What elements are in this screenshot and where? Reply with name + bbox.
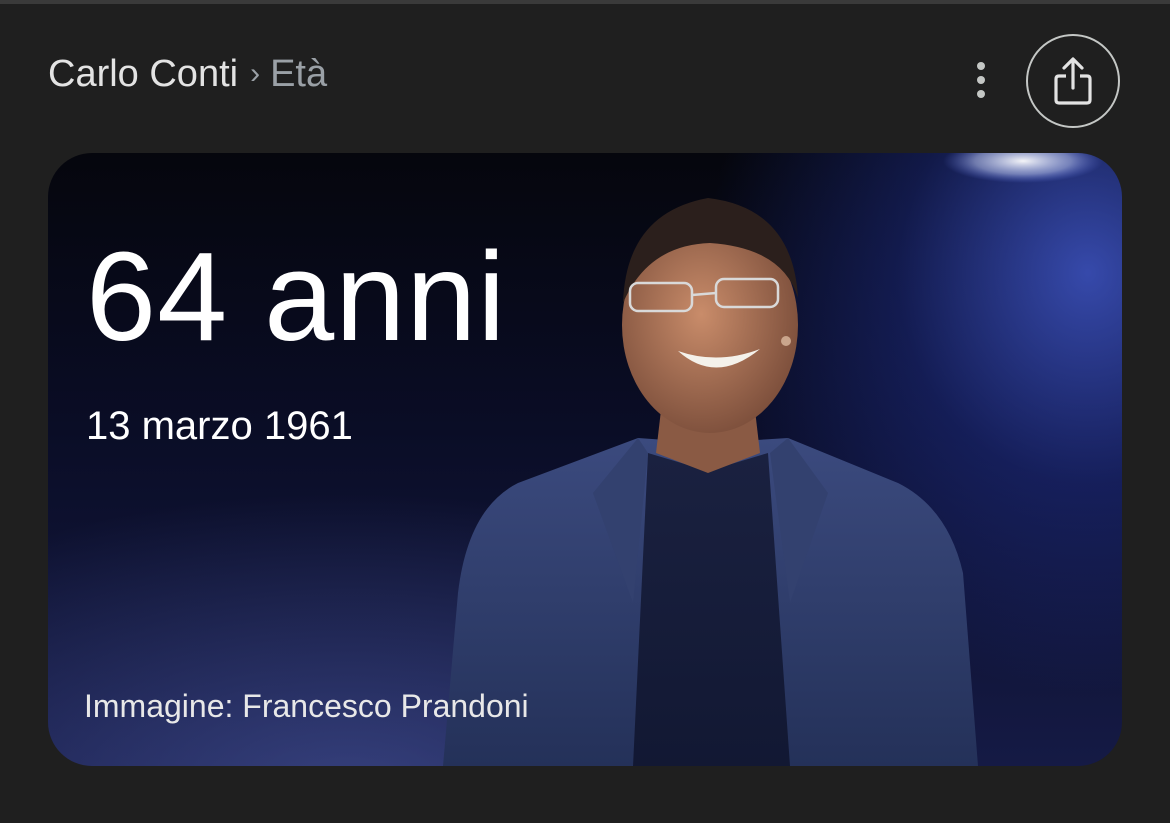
header: Carlo Conti › Età xyxy=(0,4,1170,144)
age-card[interactable]: 64 anni 13 marzo 1961 Immagine: Francesc… xyxy=(48,153,1122,766)
more-vert-icon-dot xyxy=(977,76,985,84)
share-button[interactable] xyxy=(1026,34,1120,128)
share-icon xyxy=(1054,57,1092,105)
more-vert-icon-dot xyxy=(977,90,985,98)
more-options-button[interactable] xyxy=(960,52,1002,108)
more-vert-icon xyxy=(977,62,985,70)
age-value: 64 anni xyxy=(86,226,507,367)
search-result-page: Carlo Conti › Età 64 anni 13 marzo 1961 … xyxy=(0,0,1170,823)
image-credit-link[interactable]: Immagine: Francesco Prandoni xyxy=(84,687,529,725)
breadcrumb: Carlo Conti › Età xyxy=(48,52,327,96)
birth-date: 13 marzo 1961 xyxy=(86,404,353,448)
breadcrumb-current: Età xyxy=(270,53,328,95)
breadcrumb-entity-link[interactable]: Carlo Conti xyxy=(48,52,238,96)
breadcrumb-separator: › xyxy=(250,57,261,90)
